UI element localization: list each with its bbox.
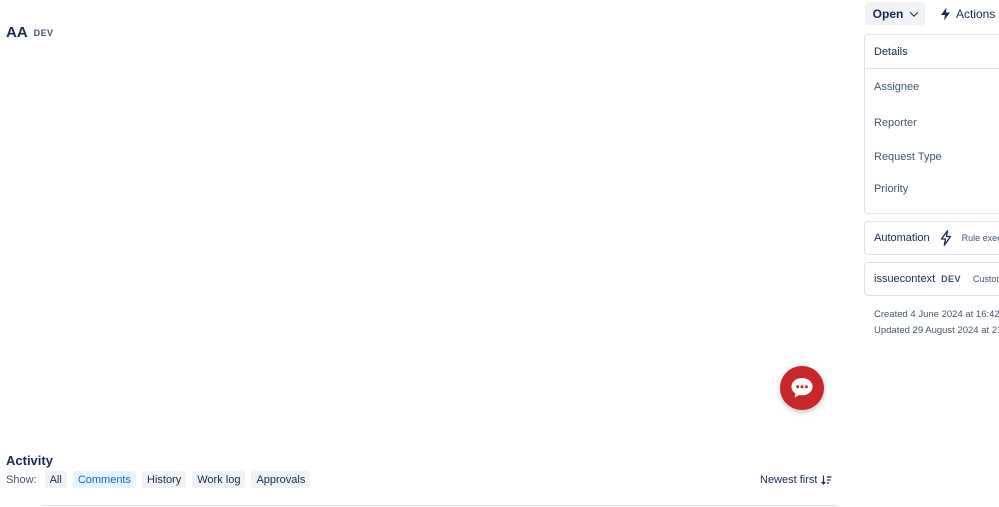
filter-history[interactable]: History xyxy=(142,471,187,488)
automation-label: Automation xyxy=(874,232,930,244)
filter-all[interactable]: All xyxy=(44,471,67,488)
field-label-reporter: Reporter xyxy=(874,117,917,129)
created-date: Created 4 June 2024 at 16:42 xyxy=(874,309,999,320)
filter-approvals[interactable]: Approvals xyxy=(251,471,311,488)
activity-divider xyxy=(42,505,837,506)
updated-date: Updated 29 August 2024 at 21 xyxy=(874,325,999,336)
sort-descending-icon xyxy=(821,475,832,485)
details-header-label: Details xyxy=(874,45,908,58)
field-label-priority: Priority xyxy=(874,183,909,195)
issuecontext-label: issuecontext xyxy=(874,273,936,285)
actions-button[interactable]: Actions xyxy=(936,2,999,25)
chevron-down-icon xyxy=(910,7,919,17)
show-label: Show: xyxy=(6,473,37,486)
issue-title: AA DEV xyxy=(6,24,53,41)
activity-heading: Activity xyxy=(6,453,53,468)
actions-label: Actions xyxy=(956,6,996,21)
automation-panel[interactable]: Automation Rule exec xyxy=(864,221,999,255)
field-label-assignee: Assignee xyxy=(874,81,920,93)
details-panel: Details Assignee Reporter Request Type P… xyxy=(864,34,999,214)
issuecontext-badge: DEV xyxy=(941,274,961,284)
env-badge: DEV xyxy=(33,27,54,38)
chat-bubble-icon xyxy=(791,378,813,398)
sort-order-button[interactable]: Newest first xyxy=(760,471,832,488)
lightning-icon xyxy=(941,7,950,20)
filter-work-log[interactable]: Work log xyxy=(192,471,246,488)
issue-title-text: AA xyxy=(6,24,28,41)
issuecontext-panel[interactable]: issuecontext DEV Custom xyxy=(864,262,999,296)
details-header[interactable]: Details xyxy=(865,35,999,69)
automation-sub: Rule exec xyxy=(961,233,999,243)
lightning-outline-icon xyxy=(940,230,951,246)
sort-label: Newest first xyxy=(760,473,818,486)
chat-button[interactable] xyxy=(780,366,824,410)
status-label: Open xyxy=(872,6,904,21)
filter-comments[interactable]: Comments xyxy=(72,471,136,488)
status-dropdown-button[interactable]: Open xyxy=(865,2,925,25)
field-label-request-type: Request Type xyxy=(874,151,942,163)
issuecontext-sub: Custom xyxy=(972,274,999,284)
activity-filter-row: Show: All Comments History Work log Appr… xyxy=(6,471,311,488)
issue-view: AA DEV Open Actions Details Assignee Rep… xyxy=(0,0,999,507)
